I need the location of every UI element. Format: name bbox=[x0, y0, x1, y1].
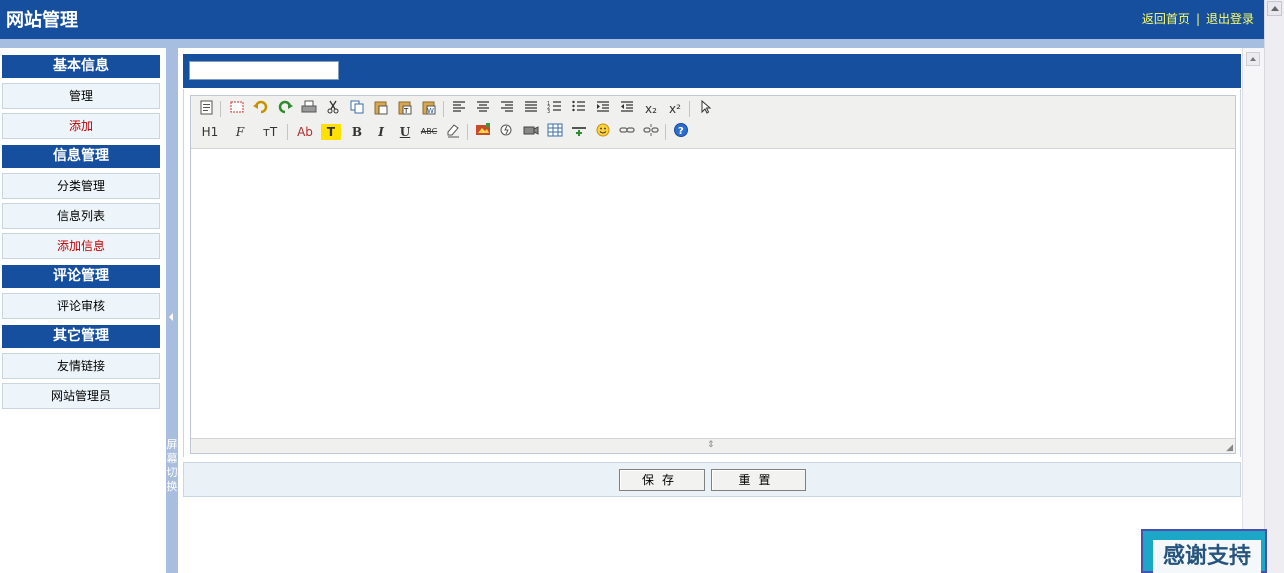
flash-icon[interactable] bbox=[497, 122, 517, 142]
svg-text:W: W bbox=[427, 107, 434, 115]
title-input[interactable] bbox=[189, 61, 339, 80]
sidebar-item-info-list[interactable]: 信息列表 bbox=[2, 203, 160, 229]
thanks-badge[interactable]: 感谢支持 bbox=[1141, 529, 1267, 573]
svg-text:3: 3 bbox=[547, 109, 550, 115]
highlight-icon[interactable]: T bbox=[321, 124, 341, 140]
sidebar-item-admins[interactable]: 网站管理员 bbox=[2, 383, 160, 409]
editor-content-area[interactable] bbox=[191, 149, 1235, 439]
editor-area: T W 123 x₂ x² H1 F тT Ab T B I U ABC ? ⇕… bbox=[183, 89, 1241, 457]
undo-icon[interactable] bbox=[251, 99, 271, 119]
editor-statusbar: ⇕ ◢ bbox=[191, 438, 1235, 453]
align-center-icon[interactable] bbox=[473, 99, 493, 119]
header-strip bbox=[0, 39, 1264, 48]
font-size-icon[interactable]: тT bbox=[259, 122, 281, 142]
link-separator: | bbox=[1195, 12, 1200, 26]
screen-toggle-label: 屏幕切换 bbox=[166, 438, 178, 493]
paste-icon[interactable] bbox=[371, 99, 391, 119]
sidebar-item-add[interactable]: 添加 bbox=[2, 113, 160, 139]
redo-icon[interactable] bbox=[275, 99, 295, 119]
group-title-comments: 评论管理 bbox=[2, 265, 160, 288]
content-scrollbar[interactable] bbox=[1242, 48, 1264, 573]
link-icon[interactable] bbox=[617, 122, 637, 142]
unlink-icon[interactable] bbox=[641, 122, 661, 142]
editor-toolbar: T W 123 x₂ x² H1 F тT Ab T B I U ABC ? bbox=[191, 96, 1235, 149]
site-title: 网站管理 bbox=[6, 10, 78, 31]
align-left-icon[interactable] bbox=[449, 99, 469, 119]
logout-link[interactable]: 退出登录 bbox=[1206, 12, 1254, 26]
copy-icon[interactable] bbox=[347, 99, 367, 119]
main-panel: T W 123 x₂ x² H1 F тT Ab T B I U ABC ? ⇕… bbox=[178, 48, 1264, 573]
svg-text:T: T bbox=[403, 107, 409, 115]
emoticon-icon[interactable] bbox=[593, 122, 613, 142]
horizontal-rule-icon[interactable] bbox=[569, 122, 589, 142]
sidebar-item-category[interactable]: 分类管理 bbox=[2, 173, 160, 199]
scroll-up-arrow-icon[interactable] bbox=[1267, 1, 1282, 16]
sidebar: 基本信息 管理 添加 信息管理 分类管理 信息列表 添加信息 评论管理 评论审核… bbox=[0, 48, 166, 573]
toolbar-separator bbox=[443, 101, 444, 117]
resize-corner-icon[interactable]: ◢ bbox=[1226, 443, 1233, 453]
sidebar-item-comment-review[interactable]: 评论审核 bbox=[2, 293, 160, 319]
superscript-icon[interactable]: x² bbox=[665, 99, 685, 119]
table-icon[interactable] bbox=[545, 122, 565, 142]
image-icon[interactable] bbox=[473, 122, 493, 142]
screen-toggle-splitter[interactable]: 屏幕切换 bbox=[166, 48, 178, 573]
sidebar-item-friend-links[interactable]: 友情链接 bbox=[2, 353, 160, 379]
scroll-up-icon[interactable] bbox=[1246, 52, 1260, 66]
title-bar bbox=[183, 54, 1241, 88]
justify-icon[interactable] bbox=[521, 99, 541, 119]
toolbar-separator bbox=[665, 124, 666, 140]
sidebar-item-add-info[interactable]: 添加信息 bbox=[2, 233, 160, 259]
select-all-icon[interactable] bbox=[695, 99, 715, 119]
unordered-list-icon[interactable] bbox=[569, 99, 589, 119]
font-color-icon[interactable]: Ab bbox=[293, 122, 317, 142]
sidebar-item-manage[interactable]: 管理 bbox=[2, 83, 160, 109]
indent-icon[interactable] bbox=[593, 99, 613, 119]
thanks-badge-text: 感谢支持 bbox=[1153, 540, 1261, 573]
form-button-bar: 保存 重置 bbox=[183, 462, 1241, 497]
ordered-list-icon[interactable]: 123 bbox=[545, 99, 565, 119]
header-links: 返回首页 | 退出登录 bbox=[1142, 10, 1254, 27]
bold-icon[interactable]: B bbox=[347, 122, 367, 142]
svg-text:?: ? bbox=[678, 126, 684, 137]
source-icon[interactable] bbox=[197, 99, 217, 119]
home-link[interactable]: 返回首页 bbox=[1142, 12, 1190, 26]
outdent-icon[interactable] bbox=[617, 99, 637, 119]
cut-icon[interactable] bbox=[323, 99, 343, 119]
collapse-arrow-icon[interactable] bbox=[169, 313, 173, 321]
rich-text-editor: T W 123 x₂ x² H1 F тT Ab T B I U ABC ? ⇕… bbox=[190, 95, 1236, 454]
toolbar-separator bbox=[220, 101, 221, 117]
paste-text-icon[interactable]: T bbox=[395, 99, 415, 119]
help-icon[interactable]: ? bbox=[671, 122, 691, 142]
toolbar-separator bbox=[287, 124, 288, 140]
resize-grip-icon[interactable]: ⇕ bbox=[707, 440, 715, 450]
align-right-icon[interactable] bbox=[497, 99, 517, 119]
toolbar-separator bbox=[467, 124, 468, 140]
group-title-info: 信息管理 bbox=[2, 145, 160, 168]
strikethrough-icon[interactable]: ABC bbox=[419, 122, 439, 142]
top-header: 网站管理 返回首页 | 退出登录 bbox=[0, 0, 1264, 39]
italic-icon[interactable]: I bbox=[371, 122, 391, 142]
fullscreen-icon[interactable] bbox=[227, 99, 247, 119]
heading-icon[interactable]: H1 bbox=[197, 122, 223, 142]
print-icon[interactable] bbox=[299, 99, 319, 119]
toolbar-separator bbox=[689, 101, 690, 117]
reset-button[interactable]: 重置 bbox=[711, 469, 806, 491]
underline-icon[interactable]: U bbox=[395, 122, 415, 142]
window-scrollbar[interactable] bbox=[1264, 0, 1284, 573]
paste-word-icon[interactable]: W bbox=[419, 99, 439, 119]
media-icon[interactable] bbox=[521, 122, 541, 142]
group-title-other: 其它管理 bbox=[2, 325, 160, 348]
remove-format-icon[interactable] bbox=[443, 122, 463, 142]
group-title-basic: 基本信息 bbox=[2, 55, 160, 78]
subscript-icon[interactable]: x₂ bbox=[641, 99, 661, 119]
save-button[interactable]: 保存 bbox=[619, 469, 705, 491]
font-family-icon[interactable]: F bbox=[229, 122, 251, 142]
